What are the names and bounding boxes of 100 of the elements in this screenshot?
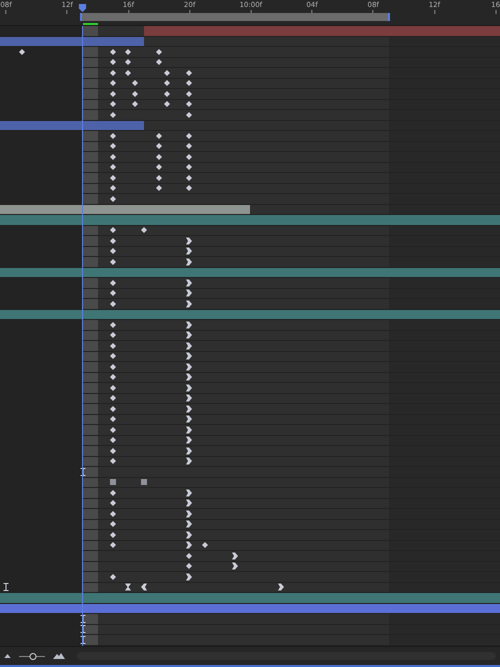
ease-keyframe-icon[interactable] — [186, 321, 192, 328]
diamond-keyframe-icon[interactable] — [110, 510, 116, 517]
hourglass-keyframe-icon[interactable] — [125, 584, 131, 591]
diamond-keyframe-icon[interactable] — [141, 227, 147, 234]
diamond-keyframe-icon[interactable] — [164, 80, 170, 86]
diamond-keyframe-icon[interactable] — [186, 90, 192, 97]
ease-keyframe-icon[interactable] — [186, 290, 192, 297]
diamond-keyframe-icon[interactable] — [110, 574, 116, 580]
ease-keyframe-icon[interactable] — [186, 531, 192, 538]
diamond-keyframe-icon[interactable] — [110, 532, 116, 538]
diamond-keyframe-icon[interactable] — [110, 458, 116, 464]
diamond-keyframe-icon[interactable] — [110, 132, 116, 139]
diamond-keyframe-icon[interactable] — [110, 322, 116, 328]
ease-keyframe-icon[interactable] — [186, 394, 192, 402]
diamond-keyframe-icon[interactable] — [110, 164, 116, 170]
diamond-keyframe-icon[interactable] — [156, 185, 162, 192]
ease-keyframe-icon[interactable] — [186, 374, 192, 381]
diamond-keyframe-icon[interactable] — [110, 416, 116, 422]
diamond-keyframe-icon[interactable] — [110, 174, 116, 181]
ease-keyframe-icon[interactable] — [186, 342, 192, 350]
ease-keyframe-icon[interactable] — [186, 542, 192, 549]
square-keyframe-icon[interactable] — [110, 479, 116, 486]
ease-keyframe-icon[interactable] — [186, 510, 192, 518]
diamond-keyframe-icon[interactable] — [110, 490, 116, 496]
diamond-keyframe-icon[interactable] — [110, 448, 116, 454]
diamond-keyframe-icon[interactable] — [156, 48, 162, 55]
diamond-keyframe-icon[interactable] — [186, 132, 192, 139]
ease-keyframe-icon[interactable] — [186, 573, 192, 580]
diamond-keyframe-icon[interactable] — [186, 185, 192, 192]
diamond-keyframe-icon[interactable] — [125, 59, 131, 66]
diamond-keyframe-icon[interactable] — [186, 101, 192, 108]
diamond-keyframe-icon[interactable] — [156, 143, 162, 150]
diamond-keyframe-icon[interactable] — [110, 406, 116, 412]
diamond-keyframe-icon[interactable] — [186, 563, 192, 570]
diamond-keyframe-icon[interactable] — [156, 132, 162, 139]
ease-keyframe-icon[interactable] — [186, 500, 192, 507]
ease-keyframe-icon[interactable] — [186, 237, 192, 244]
diamond-keyframe-icon[interactable] — [110, 437, 116, 444]
diamond-keyframe-icon[interactable] — [110, 353, 116, 360]
diamond-keyframe-icon[interactable] — [110, 59, 116, 66]
diamond-keyframe-icon[interactable] — [110, 238, 116, 244]
diamond-keyframe-icon[interactable] — [110, 196, 116, 202]
diamond-keyframe-icon[interactable] — [110, 101, 116, 108]
diamond-keyframe-icon[interactable] — [110, 112, 116, 118]
diamond-keyframe-icon[interactable] — [110, 542, 116, 548]
diamond-keyframe-icon[interactable] — [110, 280, 116, 286]
ease-keyframe-icon[interactable] — [232, 562, 238, 570]
ibeam-icon[interactable] — [4, 583, 8, 592]
diamond-keyframe-icon[interactable] — [164, 101, 170, 108]
diamond-keyframe-icon[interactable] — [156, 154, 162, 160]
diamond-keyframe-icon[interactable] — [110, 48, 116, 55]
playhead-handle[interactable] — [78, 4, 87, 13]
ease-keyframe-icon[interactable] — [186, 447, 192, 454]
diamond-keyframe-icon[interactable] — [132, 90, 138, 97]
diamond-keyframe-icon[interactable] — [110, 227, 116, 234]
ease-keyframe-icon[interactable] — [141, 584, 147, 591]
diamond-keyframe-icon[interactable] — [125, 48, 131, 55]
ease-keyframe-icon[interactable] — [186, 405, 192, 412]
diamond-keyframe-icon[interactable] — [110, 143, 116, 150]
diamond-keyframe-icon[interactable] — [110, 248, 116, 254]
diamond-keyframe-icon[interactable] — [110, 395, 116, 402]
ease-keyframe-icon[interactable] — [186, 489, 192, 496]
diamond-keyframe-icon[interactable] — [156, 174, 162, 181]
diamond-keyframe-icon[interactable] — [125, 70, 131, 76]
ease-keyframe-icon[interactable] — [186, 258, 192, 266]
zoom-in-icon[interactable] — [53, 653, 65, 659]
diamond-keyframe-icon[interactable] — [110, 290, 116, 296]
ease-keyframe-icon[interactable] — [186, 248, 192, 255]
ibeam-icon[interactable] — [80, 614, 86, 623]
diamond-keyframe-icon[interactable] — [164, 90, 170, 97]
square-keyframe-icon[interactable] — [141, 479, 147, 486]
diamond-keyframe-icon[interactable] — [110, 258, 116, 265]
diamond-keyframe-icon[interactable] — [186, 552, 192, 559]
diamond-keyframe-icon[interactable] — [186, 70, 192, 76]
diamond-keyframe-icon[interactable] — [110, 154, 116, 160]
ease-keyframe-icon[interactable] — [186, 352, 192, 360]
diamond-keyframe-icon[interactable] — [19, 48, 25, 55]
ease-keyframe-icon[interactable] — [186, 426, 192, 434]
diamond-keyframe-icon[interactable] — [110, 70, 116, 76]
diamond-keyframe-icon[interactable] — [110, 80, 116, 86]
diamond-keyframe-icon[interactable] — [110, 90, 116, 97]
diamond-keyframe-icon[interactable] — [186, 174, 192, 181]
diamond-keyframe-icon[interactable] — [110, 500, 116, 506]
diamond-keyframe-icon[interactable] — [186, 154, 192, 160]
ibeam-icon[interactable] — [80, 468, 86, 476]
diamond-keyframe-icon[interactable] — [110, 342, 116, 349]
diamond-keyframe-icon[interactable] — [202, 542, 208, 548]
ease-keyframe-icon[interactable] — [186, 300, 192, 308]
ease-keyframe-icon[interactable] — [232, 552, 238, 560]
ibeam-icon[interactable] — [80, 636, 86, 644]
diamond-keyframe-icon[interactable] — [186, 143, 192, 150]
diamond-keyframe-icon[interactable] — [110, 384, 116, 391]
diamond-keyframe-icon[interactable] — [110, 364, 116, 370]
diamond-keyframe-icon[interactable] — [110, 374, 116, 380]
diamond-keyframe-icon[interactable] — [164, 70, 170, 76]
ibeam-icon[interactable] — [80, 625, 86, 634]
ease-keyframe-icon[interactable] — [186, 384, 192, 392]
diamond-keyframe-icon[interactable] — [132, 80, 138, 86]
ease-keyframe-icon[interactable] — [186, 279, 192, 286]
ease-keyframe-icon[interactable] — [186, 332, 192, 339]
